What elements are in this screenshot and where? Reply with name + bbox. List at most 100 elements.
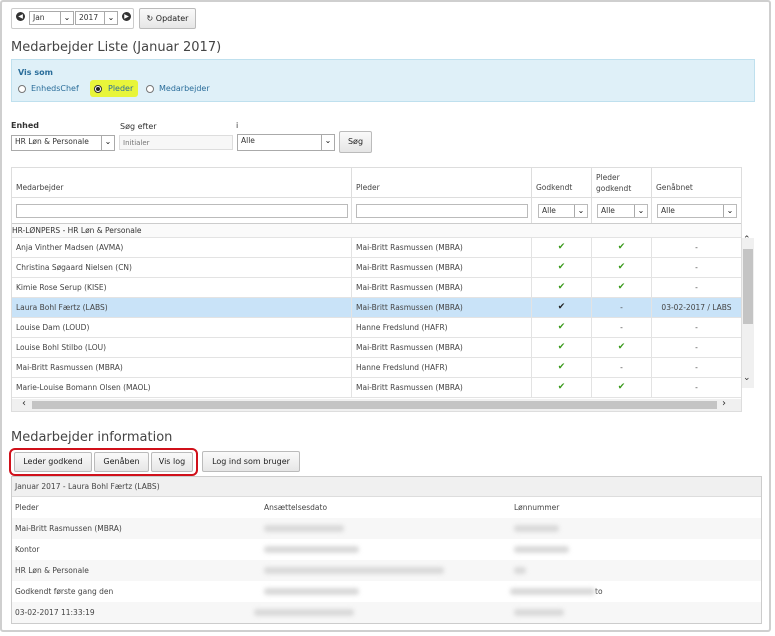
header-reopened[interactable]: Genåbnet — [652, 168, 741, 197]
table-cell-genabnet: - — [695, 323, 698, 332]
in-label: i — [236, 121, 239, 130]
unit-value: HR Løn & Personale — [15, 137, 89, 146]
view-log-button[interactable]: Vis log — [151, 452, 193, 472]
radio-medarbejder[interactable] — [146, 85, 154, 93]
table-cell-godkendt: ✔ — [532, 378, 592, 397]
table-cell-genabnet: - — [695, 263, 698, 272]
info-panel: Januar 2017 - Laura Bohl Færtz (LABS) Pl… — [11, 476, 762, 624]
salary-number-label: Lønnummer — [514, 503, 560, 512]
redacted-text — [264, 567, 444, 574]
radio-enhedschef[interactable] — [18, 85, 26, 93]
table-cell-godkendt: ✔ — [532, 278, 592, 297]
chevron-down-icon: ⌄ — [723, 205, 736, 217]
month-value: Jan — [33, 13, 45, 22]
redacted-text — [514, 525, 559, 532]
filter-pleder-approved-select[interactable]: Alle ⌄ — [597, 204, 648, 218]
table-cell-godkendt: ✔ — [532, 318, 592, 337]
table-cell-name: Marie-Louise Bomann Olsen (MAOL) — [12, 378, 352, 397]
header-pleder[interactable]: Pleder — [352, 168, 532, 197]
filter-pleder-input[interactable] — [356, 204, 528, 218]
header-approved[interactable]: Godkendt — [532, 168, 592, 197]
table-cell-name: Laura Bohl Færtz (LABS) — [12, 298, 352, 317]
info-row-6: 03-02-2017 11:33:19 — [12, 602, 761, 623]
table-row[interactable]: Mai-Britt Rasmussen (MBRA) Hanne Fredslun… — [12, 358, 741, 378]
filter-employee-input[interactable] — [16, 204, 348, 218]
first-approved-value: 03-02-2017 11:33:19 — [15, 608, 95, 617]
table-row[interactable]: Laura Bohl Færtz (LABS) Mai-Britt Rasmuss… — [12, 298, 741, 318]
table-cell-pleder: Mai-Britt Rasmussen (MBRA) — [352, 238, 532, 257]
view-as-label: Vis som — [18, 68, 53, 77]
table-cell-pleder: Mai-Britt Rasmussen (MBRA) — [352, 278, 532, 297]
header-employee[interactable]: Medarbejder — [12, 168, 352, 197]
filter-approved-select[interactable]: Alle ⌄ — [538, 204, 588, 218]
in-select[interactable]: Alle ⌄ — [237, 134, 335, 151]
filter-reopened-select[interactable]: Alle ⌄ — [657, 204, 737, 218]
table-cell-pleder-godkendt: - — [592, 358, 652, 377]
redacted-text — [264, 588, 359, 595]
table-row[interactable]: Marie-Louise Bomann Olsen (MAOL) Mai-Brit… — [12, 378, 741, 398]
table-cell-pleder: Mai-Britt Rasmussen (MBRA) — [352, 378, 532, 397]
table-row[interactable]: Anja Vinther Madsen (AVMA) Mai-Britt Rasm… — [12, 238, 741, 258]
employment-date-label: Ansættelsesdato — [264, 503, 328, 512]
first-approved-label: Godkendt første gang den — [15, 587, 114, 596]
redacted-text — [264, 546, 359, 553]
radio-dot — [96, 87, 100, 91]
horizontal-scroll-thumb[interactable] — [32, 401, 717, 409]
info-panel-header: Januar 2017 - Laura Bohl Færtz (LABS) — [12, 477, 761, 497]
pleder-label: Pleder — [15, 503, 39, 512]
approve-button[interactable]: Leder godkend — [14, 452, 92, 472]
table-cell-pleder-godkendt: ✔ — [592, 278, 652, 297]
page-title: Medarbejder Liste (Januar 2017) — [11, 40, 222, 55]
refresh-icon: ↻ — [146, 14, 154, 23]
chevron-down-icon: ⌄ — [101, 136, 114, 150]
info-title: Medarbejder information — [11, 430, 173, 445]
table-row[interactable]: Christina Søgaard Nielsen (CN) Mai-Britt … — [12, 258, 741, 278]
table-cell-pleder: Mai-Britt Rasmussen (MBRA) — [352, 258, 532, 277]
redacted-fragment: to — [595, 587, 603, 596]
table-cell-pleder-godkendt: ✔ — [592, 338, 652, 357]
chevron-down-icon: ⌄ — [321, 135, 334, 150]
redacted-text — [514, 567, 526, 574]
scroll-up-icon[interactable]: ⌃ — [743, 235, 751, 245]
unit-select[interactable]: HR Løn & Personale ⌄ — [11, 135, 115, 151]
info-row-5: Godkendt første gang den to — [12, 581, 761, 602]
radio-medarbejder-label: Medarbejder — [159, 84, 210, 93]
radio-pleder[interactable] — [94, 85, 102, 93]
scroll-left-icon[interactable]: ‹ — [22, 398, 26, 409]
table-row[interactable]: Louise Dam (LOUD) Hanne Fredslund (HAFR) ✔… — [12, 318, 741, 338]
table-cell-genabnet: 03-02-2017 / LABS — [661, 303, 732, 312]
year-value: 2017 — [79, 13, 99, 22]
year-select[interactable]: 2017 ⌄ — [75, 11, 118, 25]
prev-month-icon[interactable]: ◀ — [16, 12, 25, 21]
table-cell-pleder-godkendt: ✔ — [592, 378, 652, 397]
table-cell-godkendt: ✔ — [532, 298, 592, 317]
scroll-right-icon[interactable]: › — [722, 398, 726, 409]
month-select[interactable]: Jan ⌄ — [29, 11, 74, 25]
table-cell-godkendt: ✔ — [532, 258, 592, 277]
filter-pleder-approved-value: Alle — [601, 206, 615, 215]
redacted-text — [514, 546, 569, 553]
reopen-button[interactable]: Genåben — [94, 452, 149, 472]
table-cell-name: Kimie Rose Serup (KISE) — [12, 278, 352, 297]
table-cell-genabnet: - — [695, 363, 698, 372]
redacted-text — [514, 609, 564, 616]
table-cell-pleder-godkendt: - — [592, 318, 652, 337]
refresh-button[interactable]: ↻ Opdater — [139, 8, 196, 29]
table-cell-name: Louise Bohl Stilbo (LOU) — [12, 338, 352, 357]
next-month-icon[interactable]: ▶ — [122, 12, 131, 21]
info-row-1: Pleder Ansættelsesdato Lønnummer — [12, 497, 761, 518]
search-button[interactable]: Søg — [339, 131, 372, 153]
office-value: HR Løn & Personale — [15, 566, 89, 575]
table-cell-genabnet: - — [695, 283, 698, 292]
login-as-user-button[interactable]: Log ind som bruger — [202, 451, 300, 472]
office-label: Kontor — [15, 545, 40, 554]
table-row[interactable]: Louise Bohl Stilbo (LOU) Mai-Britt Rasmus… — [12, 338, 741, 358]
scroll-down-icon[interactable]: ⌄ — [743, 373, 751, 383]
header-pleder-approved[interactable]: Pleder godkendt — [592, 168, 652, 197]
search-input[interactable] — [119, 135, 233, 150]
table-cell-genabnet: - — [695, 383, 698, 392]
filter-reopened-value: Alle — [661, 206, 675, 215]
vertical-scroll-thumb[interactable] — [743, 249, 753, 324]
refresh-label: Opdater — [155, 14, 189, 23]
table-row[interactable]: Kimie Rose Serup (KISE) Mai-Britt Rasmuss… — [12, 278, 741, 298]
